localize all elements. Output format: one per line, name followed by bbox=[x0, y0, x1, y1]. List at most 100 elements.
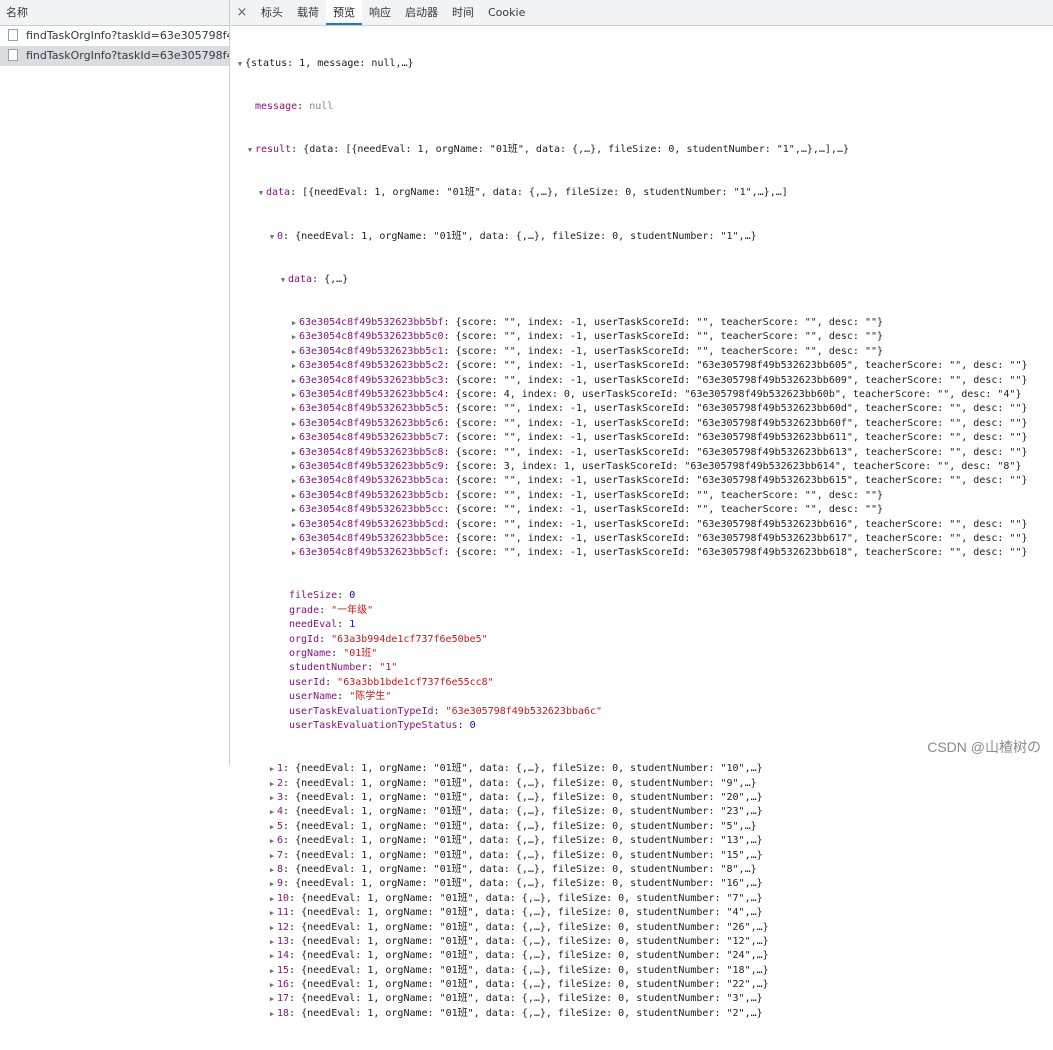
collapsed-triangle-icon[interactable]: ▶ bbox=[289, 417, 299, 431]
tree-row[interactable]: ▶ 63e3054c8f49b532623bb5c2: {score: "", i… bbox=[230, 359, 1053, 373]
tree-root-row[interactable]: ▼ {status: 1, message: null,…} bbox=[230, 57, 1053, 71]
tree-key: orgName bbox=[289, 648, 332, 660]
tree-row[interactable]: ▶ 13: {needEval: 1, orgName: "01班", data:… bbox=[230, 935, 1053, 949]
collapsed-triangle-icon[interactable]: ▶ bbox=[289, 374, 299, 388]
collapsed-triangle-icon[interactable]: ▶ bbox=[289, 518, 299, 532]
tree-row[interactable]: ▶ 63e3054c8f49b532623bb5cd: {score: "", i… bbox=[230, 518, 1053, 532]
collapsed-triangle-icon[interactable]: ▶ bbox=[289, 460, 299, 474]
tree-row[interactable]: ▶ 17: {needEval: 1, orgName: "01班", data:… bbox=[230, 992, 1053, 1006]
collapsed-triangle-icon[interactable]: ▶ bbox=[289, 431, 299, 445]
tree-row[interactable]: ▶ 63e3054c8f49b532623bb5c9: {score: 3, in… bbox=[230, 460, 1053, 474]
collapsed-triangle-icon[interactable]: ▶ bbox=[267, 863, 277, 877]
collapsed-triangle-icon[interactable]: ▶ bbox=[267, 906, 277, 920]
tree-row[interactable]: ▶ 12: {needEval: 1, orgName: "01班", data:… bbox=[230, 921, 1053, 935]
request-item[interactable]: findTaskOrgInfo?taskId=63e305798f49b... bbox=[0, 26, 229, 46]
tree-row[interactable]: ▶ 1: {needEval: 1, orgName: "01班", data: … bbox=[230, 762, 1053, 776]
tree-row[interactable]: ▶ 63e3054c8f49b532623bb5c1: {score: "", i… bbox=[230, 345, 1053, 359]
tree-row[interactable]: ▶ 63e3054c8f49b532623bb5c4: {score: 4, in… bbox=[230, 388, 1053, 402]
request-item-selected[interactable]: findTaskOrgInfo?taskId=63e305798f49b... bbox=[0, 46, 229, 66]
tree-row[interactable]: ▶ 14: {needEval: 1, orgName: "01班", data:… bbox=[230, 949, 1053, 963]
tree-row[interactable]: ▶ 63e3054c8f49b532623bb5cc: {score: "", i… bbox=[230, 503, 1053, 517]
collapsed-triangle-icon[interactable]: ▶ bbox=[267, 877, 277, 891]
tree-key: 17 bbox=[277, 993, 290, 1005]
tree-row[interactable]: ▶ 11: {needEval: 1, orgName: "01班", data:… bbox=[230, 906, 1053, 920]
tree-row[interactable]: ▶ 7: {needEval: 1, orgName: "01班", data: … bbox=[230, 849, 1053, 863]
collapsed-triangle-icon[interactable]: ▶ bbox=[267, 820, 277, 834]
expanded-triangle-icon[interactable]: ▼ bbox=[245, 143, 255, 157]
collapsed-triangle-icon[interactable]: ▶ bbox=[267, 978, 277, 992]
tree-value: {score: "", index: -1, userTaskScoreId: … bbox=[455, 317, 884, 329]
expanded-triangle-icon[interactable]: ▼ bbox=[256, 186, 266, 200]
tree-row[interactable]: ▶ 18: {needEval: 1, orgName: "01班", data:… bbox=[230, 1007, 1053, 1021]
collapsed-triangle-icon[interactable]: ▶ bbox=[267, 849, 277, 863]
tree-row[interactable]: ▶ 63e3054c8f49b532623bb5c3: {score: "", i… bbox=[230, 374, 1053, 388]
tree-row[interactable]: ▶ 4: {needEval: 1, orgName: "01班", data: … bbox=[230, 805, 1053, 819]
collapsed-triangle-icon[interactable]: ▶ bbox=[289, 388, 299, 402]
expanded-triangle-icon[interactable]: ▼ bbox=[278, 273, 288, 287]
collapsed-triangle-icon[interactable]: ▶ bbox=[267, 964, 277, 978]
tab-initiator[interactable]: 启动器 bbox=[398, 0, 445, 25]
tree-row: needEval: 1 bbox=[230, 618, 1053, 632]
tree-row[interactable]: ▶ 10: {needEval: 1, orgName: "01班", data:… bbox=[230, 892, 1053, 906]
tree-row[interactable]: ▼ data: [{needEval: 1, orgName: "01班", da… bbox=[230, 186, 1053, 200]
collapsed-triangle-icon[interactable]: ▶ bbox=[289, 446, 299, 460]
tree-row[interactable]: ▶ 6: {needEval: 1, orgName: "01班", data: … bbox=[230, 834, 1053, 848]
colon-separator: : bbox=[283, 849, 296, 861]
tree-row[interactable]: ▶ 63e3054c8f49b532623bb5c6: {score: "", i… bbox=[230, 417, 1053, 431]
tab-timing[interactable]: 时间 bbox=[445, 0, 481, 25]
tree-row[interactable]: ▶ 3: {needEval: 1, orgName: "01班", data: … bbox=[230, 791, 1053, 805]
tree-row[interactable]: ▼ 0: {needEval: 1, orgName: "01班", data: … bbox=[230, 230, 1053, 244]
collapsed-triangle-icon[interactable]: ▶ bbox=[267, 834, 277, 848]
tab-payload[interactable]: 载荷 bbox=[290, 0, 326, 25]
tree-row[interactable]: ▶ 15: {needEval: 1, orgName: "01班", data:… bbox=[230, 964, 1053, 978]
collapsed-triangle-icon[interactable]: ▶ bbox=[289, 489, 299, 503]
tab-cookies[interactable]: Cookie bbox=[481, 0, 532, 25]
collapsed-triangle-icon[interactable]: ▶ bbox=[267, 1007, 277, 1021]
collapsed-triangle-icon[interactable]: ▶ bbox=[267, 949, 277, 963]
collapsed-triangle-icon[interactable]: ▶ bbox=[267, 805, 277, 819]
collapsed-triangle-icon[interactable]: ▶ bbox=[289, 503, 299, 517]
tree-row[interactable]: ▶ 63e3054c8f49b532623bb5c8: {score: "", i… bbox=[230, 446, 1053, 460]
tree-row[interactable]: ▶ 63e3054c8f49b532623bb5cb: {score: "", i… bbox=[230, 489, 1053, 503]
tree-row[interactable]: ▶ 63e3054c8f49b532623bb5ca: {score: "", i… bbox=[230, 474, 1053, 488]
collapsed-triangle-icon[interactable]: ▶ bbox=[267, 892, 277, 906]
tree-row[interactable]: ▶ 63e3054c8f49b532623bb5ce: {score: "", i… bbox=[230, 532, 1053, 546]
tree-row[interactable]: ▶ 63e3054c8f49b532623bb5cf: {score: "", i… bbox=[230, 546, 1053, 560]
collapsed-triangle-icon[interactable]: ▶ bbox=[267, 935, 277, 949]
name-column-header[interactable]: 名称 bbox=[0, 0, 229, 26]
collapsed-triangle-icon[interactable]: ▶ bbox=[289, 532, 299, 546]
collapsed-triangle-icon[interactable]: ▶ bbox=[289, 345, 299, 359]
tree-key: 16 bbox=[277, 979, 290, 991]
tree-value: {score: "", index: -1, userTaskScoreId: … bbox=[455, 446, 1028, 458]
collapsed-triangle-icon[interactable]: ▶ bbox=[267, 921, 277, 935]
collapsed-triangle-icon[interactable]: ▶ bbox=[267, 762, 277, 776]
collapsed-triangle-icon[interactable]: ▶ bbox=[289, 546, 299, 560]
tree-row[interactable]: ▶ 16: {needEval: 1, orgName: "01班", data:… bbox=[230, 978, 1053, 992]
tree-row[interactable]: ▶ 63e3054c8f49b532623bb5bf: {score: "", i… bbox=[230, 316, 1053, 330]
collapsed-triangle-icon[interactable]: ▶ bbox=[289, 359, 299, 373]
tree-row[interactable]: ▶ 8: {needEval: 1, orgName: "01班", data: … bbox=[230, 863, 1053, 877]
tab-preview[interactable]: 预览 bbox=[326, 0, 362, 25]
tree-row[interactable]: ▶ 63e3054c8f49b532623bb5c7: {score: "", i… bbox=[230, 431, 1053, 445]
collapsed-triangle-icon[interactable]: ▶ bbox=[289, 402, 299, 416]
tree-row[interactable]: ▶ 2: {needEval: 1, orgName: "01班", data: … bbox=[230, 777, 1053, 791]
tree-row[interactable]: ▶ 9: {needEval: 1, orgName: "01班", data: … bbox=[230, 877, 1053, 891]
tree-row[interactable]: ▶ 63e3054c8f49b532623bb5c5: {score: "", i… bbox=[230, 402, 1053, 416]
tree-row[interactable]: ▶ 5: {needEval: 1, orgName: "01班", data: … bbox=[230, 820, 1053, 834]
close-icon[interactable]: × bbox=[230, 0, 254, 25]
tree-key: 10 bbox=[277, 892, 290, 904]
collapsed-triangle-icon[interactable]: ▶ bbox=[267, 791, 277, 805]
tree-row[interactable]: ▼ result: {data: [{needEval: 1, orgName: … bbox=[230, 143, 1053, 157]
expanded-triangle-icon[interactable]: ▼ bbox=[235, 57, 245, 71]
tree-value: {needEval: 1, orgName: "01班", data: {,…}… bbox=[301, 1007, 763, 1019]
collapsed-triangle-icon[interactable]: ▶ bbox=[289, 474, 299, 488]
tab-response[interactable]: 响应 bbox=[362, 0, 398, 25]
tree-row[interactable]: ▶ 63e3054c8f49b532623bb5c0: {score: "", i… bbox=[230, 330, 1053, 344]
collapsed-triangle-icon[interactable]: ▶ bbox=[289, 316, 299, 330]
collapsed-triangle-icon[interactable]: ▶ bbox=[267, 777, 277, 791]
collapsed-triangle-icon[interactable]: ▶ bbox=[289, 330, 299, 344]
expanded-triangle-icon[interactable]: ▼ bbox=[267, 230, 277, 244]
tab-headers[interactable]: 标头 bbox=[254, 0, 290, 25]
tree-row[interactable]: ▼ data: {,…} bbox=[230, 273, 1053, 287]
collapsed-triangle-icon[interactable]: ▶ bbox=[267, 992, 277, 1006]
